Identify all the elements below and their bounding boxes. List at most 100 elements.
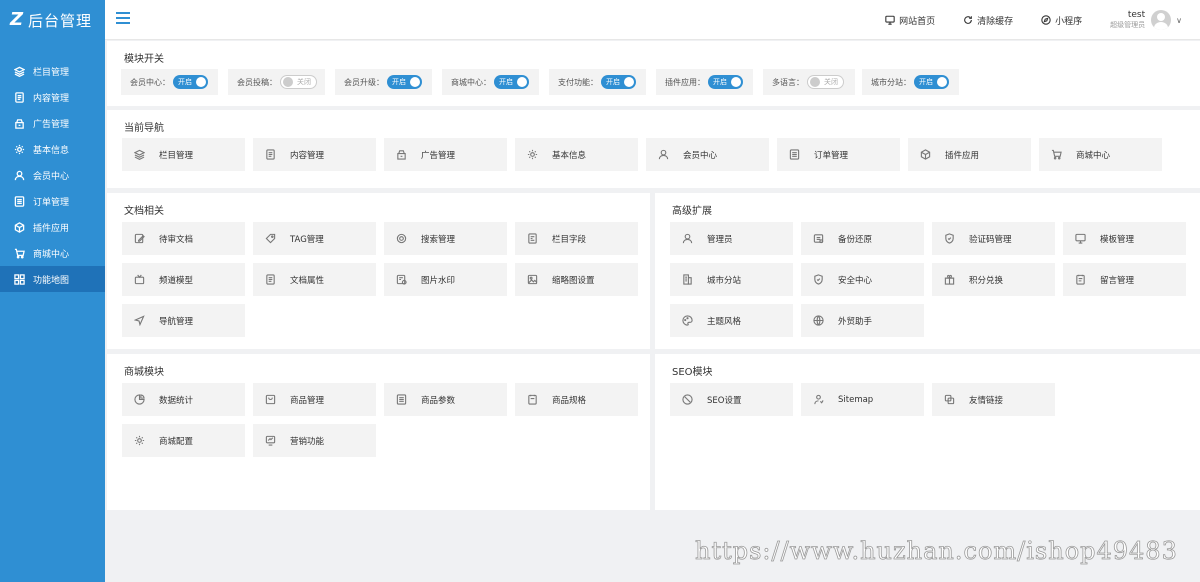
current_nav-tile[interactable]: 基本信息	[515, 138, 638, 171]
current_nav-tile[interactable]: 内容管理	[253, 138, 376, 171]
docs-tile[interactable]: TAG管理	[253, 222, 376, 255]
sidebar-item-2[interactable]: 内容管理	[0, 84, 105, 110]
mini-program-link[interactable]: 小程序	[1041, 14, 1082, 27]
sidebar-item-label: 广告管理	[33, 119, 70, 130]
shop-tile[interactable]: 商品规格	[515, 383, 638, 416]
shop-tile[interactable]: 商品参数	[384, 383, 507, 416]
docs-tile[interactable]: 缩略图设置	[515, 263, 638, 296]
seo-tile[interactable]: 友情链接	[932, 383, 1055, 416]
toggle-switch[interactable]: 开启	[601, 75, 636, 89]
toggle-switch[interactable]: 关闭	[807, 75, 844, 89]
docs-tile[interactable]: 图片水印	[384, 263, 507, 296]
watermark: https://www.huzhan.com/ishop49483	[695, 537, 1178, 566]
avatar[interactable]	[1151, 10, 1172, 30]
image-icon	[527, 274, 538, 285]
pie-icon	[134, 394, 145, 405]
toggle-switch[interactable]: 开启	[494, 75, 529, 89]
advanced-tile[interactable]: 积分兑换	[932, 263, 1055, 296]
sidebar-item-1[interactable]: 栏目管理	[0, 58, 105, 84]
tile-label: 管理员	[707, 234, 733, 245]
sidebar-item-3[interactable]: 广告管理	[0, 110, 105, 136]
docs-tile[interactable]: 频道模型	[122, 263, 245, 296]
user-role: 超级管理员	[1110, 21, 1146, 29]
docs-tile[interactable]: 栏目字段	[515, 222, 638, 255]
tile-label: Sitemap	[838, 394, 874, 405]
sidebar-item-8[interactable]: 商城中心	[0, 240, 105, 266]
advanced-tile[interactable]: 管理员	[670, 222, 793, 255]
docs-tile[interactable]: 导航管理	[122, 304, 245, 337]
tile-label: 验证码管理	[969, 234, 1012, 245]
sidebar-item-6[interactable]: 订单管理	[0, 188, 105, 214]
user-icon	[14, 170, 25, 181]
sidebar-item-label: 基本信息	[33, 145, 70, 156]
toggle-switch[interactable]: 开启	[708, 75, 743, 89]
current_nav-tile[interactable]: 商城中心	[1039, 138, 1162, 171]
clear-cache-link[interactable]: 清除缓存	[963, 14, 1013, 27]
advanced-tile[interactable]: 验证码管理	[932, 222, 1055, 255]
current_nav-tile[interactable]: 插件应用	[908, 138, 1031, 171]
shop-tile[interactable]: 营销功能	[253, 424, 376, 457]
layers-icon	[134, 149, 145, 160]
gear-icon	[527, 149, 538, 160]
toggle-switch[interactable]: 开启	[387, 75, 422, 89]
current_nav-tile[interactable]: 会员中心	[646, 138, 769, 171]
tile-label: 留言管理	[1100, 275, 1135, 286]
toggle-switch[interactable]: 开启	[914, 75, 949, 89]
monitor-icon	[885, 15, 895, 25]
tile-label: 数据统计	[159, 395, 194, 406]
list-icon	[14, 195, 25, 207]
menu-toggle-icon[interactable]	[116, 12, 130, 24]
switch-label: 插件应用：	[665, 77, 705, 87]
monitor-icon	[1075, 233, 1086, 244]
advanced-tile[interactable]: 安全中心	[801, 263, 924, 296]
tile-label: 商城中心	[1076, 150, 1111, 161]
advanced-tile[interactable]: 外贸助手	[801, 304, 924, 337]
module-switch: 商城中心： 开启	[442, 69, 539, 95]
sidebar: Z 后台管理 栏目管理 内容管理广告管理基本信息会员中心 订单管理 插件应用 商城中心功…	[0, 0, 105, 582]
tile-label: 插件应用	[945, 150, 980, 161]
shop-title: 商城模块	[124, 367, 164, 378]
toggle-switch[interactable]: 关闭	[280, 75, 317, 89]
current_nav-tile[interactable]: 订单管理	[777, 138, 900, 171]
tile-label: 搜索管理	[421, 234, 456, 245]
module-switch: 会员中心： 开启	[121, 69, 218, 95]
docs-tile[interactable]: 文档属性	[253, 263, 376, 296]
sidebar-item-7[interactable]: 插件应用	[0, 214, 105, 240]
building-icon	[682, 274, 693, 285]
current_nav-tile[interactable]: 栏目管理	[122, 138, 245, 171]
advanced-tile[interactable]: 模板管理	[1063, 222, 1186, 255]
link-icon	[944, 394, 955, 405]
user-menu[interactable]: test 超级管理员 ∨	[1110, 10, 1182, 30]
current-nav-title: 当前导航	[124, 123, 164, 134]
toggle-switch[interactable]: 开启	[173, 75, 208, 89]
advanced-tile[interactable]: 备份还原	[801, 222, 924, 255]
tile-label: 外贸助手	[838, 316, 873, 327]
seo-tile[interactable]: Sitemap	[801, 383, 924, 416]
advanced-tile[interactable]: 城市分站	[670, 263, 793, 296]
docs-tile[interactable]: 搜索管理	[384, 222, 507, 255]
tile-label: 导航管理	[159, 316, 194, 327]
sidebar-item-5[interactable]: 会员中心	[0, 162, 105, 188]
shop-tile[interactable]: 数据统计	[122, 383, 245, 416]
tile-label: 图片水印	[421, 275, 456, 286]
sidebar-item-9[interactable]: 功能地图	[0, 266, 105, 292]
seo-tile[interactable]: SEO设置	[670, 383, 793, 416]
chevron-down-icon[interactable]: ∨	[1176, 16, 1182, 25]
advanced-tile[interactable]: 主题风格	[670, 304, 793, 337]
current_nav-tile[interactable]: 广告管理	[384, 138, 507, 171]
shield-icon	[944, 233, 955, 244]
gift-icon	[944, 274, 955, 285]
shop-tile[interactable]: 商城配置	[122, 424, 245, 457]
logo[interactable]: Z 后台管理	[0, 0, 105, 40]
home-link[interactable]: 网站首页	[885, 14, 935, 27]
shop-tile[interactable]: 商品管理	[253, 383, 376, 416]
docs-tile[interactable]: 待审文档	[122, 222, 245, 255]
tile-label: 商品管理	[290, 395, 325, 406]
message-icon	[1075, 274, 1086, 285]
tile-label: SEO设置	[707, 395, 742, 406]
marketing-icon	[265, 435, 276, 446]
switch-label: 会员投稿：	[237, 77, 277, 87]
tile-label: 广告管理	[421, 150, 456, 161]
advanced-tile[interactable]: 留言管理	[1063, 263, 1186, 296]
sidebar-item-4[interactable]: 基本信息	[0, 136, 105, 162]
